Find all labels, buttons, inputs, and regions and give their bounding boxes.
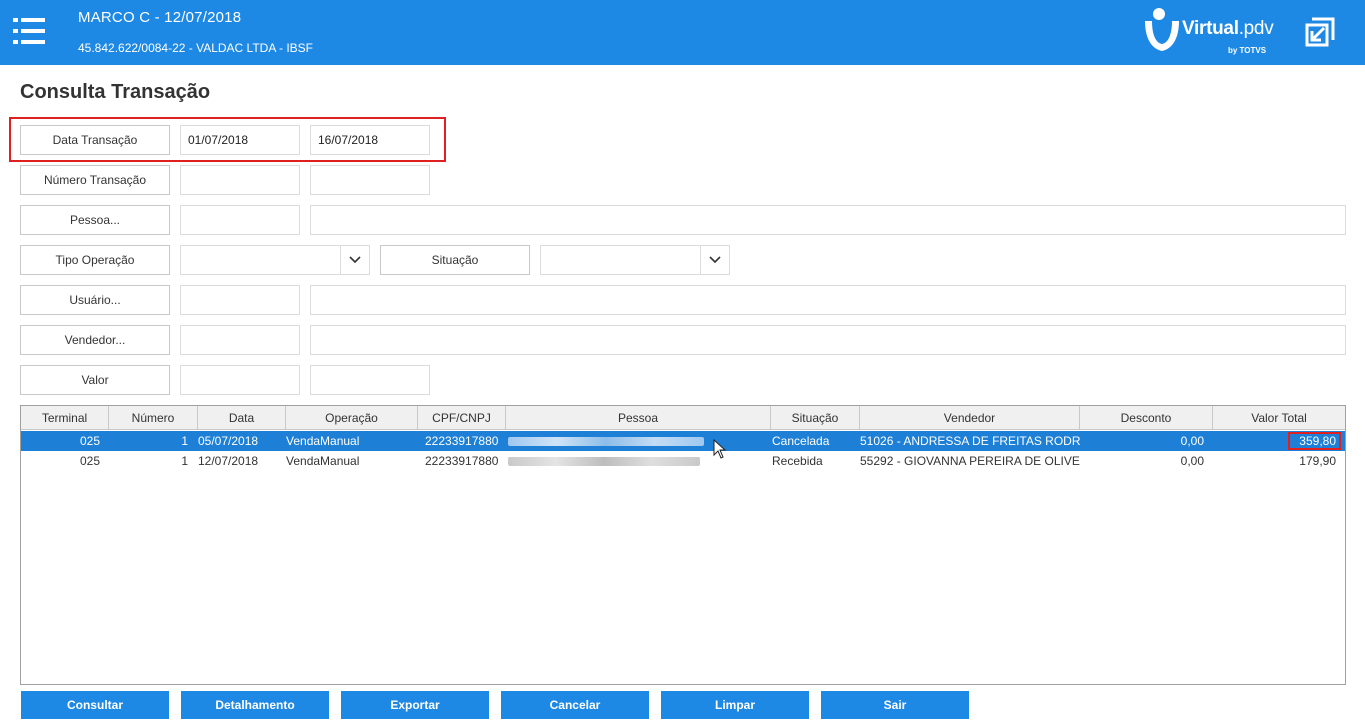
cell-cpf-cnpj: 22233917880 bbox=[425, 454, 499, 468]
cell-situacao: Cancelada bbox=[772, 434, 830, 448]
pessoa-name-input[interactable] bbox=[310, 205, 1346, 235]
column-header-terminal[interactable]: Terminal bbox=[21, 406, 109, 430]
valor-button[interactable]: Valor bbox=[20, 365, 170, 395]
virtual-pdv-logo-mark-icon bbox=[1145, 8, 1179, 51]
detalhamento-button[interactable]: Detalhamento bbox=[181, 691, 329, 719]
column-header-data[interactable]: Data bbox=[198, 406, 286, 430]
situacao-button[interactable]: Situação bbox=[380, 245, 530, 275]
limpar-button[interactable]: Limpar bbox=[661, 691, 809, 719]
top-bar: MARCO C - 12/07/2018 45.842.622/0084-22 … bbox=[0, 0, 1365, 65]
cell-vendedor: 51026 - ANDRESSA DE FREITAS RODRIGUES bbox=[860, 434, 1080, 448]
cell-operacao: VendaManual bbox=[286, 454, 360, 468]
exportar-button[interactable]: Exportar bbox=[341, 691, 489, 719]
column-header-cpf-cnpj[interactable]: CPF/CNPJ bbox=[418, 406, 506, 430]
numero-transacao-button[interactable]: Número Transação bbox=[20, 165, 170, 195]
cell-terminal: 025 bbox=[79, 434, 100, 448]
cell-desconto: 0,00 bbox=[1180, 434, 1204, 448]
cell-situacao: Recebida bbox=[772, 454, 823, 468]
consultar-button[interactable]: Consultar bbox=[21, 691, 169, 719]
tipo-operacao-select[interactable] bbox=[180, 245, 370, 275]
chevron-down-icon[interactable] bbox=[700, 246, 729, 274]
cell-numero: 1 bbox=[181, 454, 188, 468]
chevron-down-icon[interactable] bbox=[340, 246, 369, 274]
numero-transacao-to-input[interactable] bbox=[310, 165, 430, 195]
usuario-lookup-button[interactable]: Usuário... bbox=[20, 285, 170, 315]
table-row[interactable]: 025 1 12/07/2018 VendaManual 22233917880… bbox=[21, 451, 1345, 471]
cell-vendedor: 55292 - GIOVANNA PEREIRA DE OLIVEIRA bbox=[860, 454, 1080, 468]
sair-button[interactable]: Sair bbox=[821, 691, 969, 719]
usuario-name-input[interactable] bbox=[310, 285, 1346, 315]
data-transacao-button[interactable]: Data Transação bbox=[20, 125, 170, 155]
pessoa-lookup-button[interactable]: Pessoa... bbox=[20, 205, 170, 235]
grid-header: Terminal Número Data Operação CPF/CNPJ P… bbox=[21, 406, 1345, 430]
numero-transacao-from-input[interactable] bbox=[180, 165, 300, 195]
mouse-pointer-icon bbox=[713, 438, 727, 459]
cell-cpf-cnpj: 22233917880 bbox=[425, 434, 499, 448]
vendedor-lookup-button[interactable]: Vendedor... bbox=[20, 325, 170, 355]
column-header-valor-total[interactable]: Valor Total bbox=[1213, 406, 1345, 430]
cell-data: 12/07/2018 bbox=[198, 454, 259, 468]
cancelar-button[interactable]: Cancelar bbox=[501, 691, 649, 719]
column-header-desconto[interactable]: Desconto bbox=[1080, 406, 1213, 430]
cell-valor-total: 179,90 bbox=[1299, 454, 1336, 468]
data-transacao-from-input[interactable]: 01/07/2018 bbox=[180, 125, 300, 155]
brand-by: by TOTVS bbox=[1228, 46, 1267, 55]
column-header-vendedor[interactable]: Vendedor bbox=[860, 406, 1080, 430]
data-transacao-to-input[interactable]: 16/07/2018 bbox=[310, 125, 430, 155]
cell-pessoa-redacted bbox=[508, 457, 700, 466]
situacao-select[interactable] bbox=[540, 245, 730, 275]
valor-from-input[interactable] bbox=[180, 365, 300, 395]
cell-terminal: 025 bbox=[79, 454, 100, 468]
cell-desconto: 0,00 bbox=[1180, 454, 1204, 468]
cell-data: 05/07/2018 bbox=[198, 434, 259, 448]
company-info: 45.842.622/0084-22 - VALDAC LTDA - IBSF bbox=[78, 41, 314, 55]
hamburger-list-icon[interactable] bbox=[13, 18, 45, 44]
brand-name: Virtual.pdv bbox=[1182, 18, 1274, 39]
column-header-situacao[interactable]: Situação bbox=[771, 406, 860, 430]
usuario-code-input[interactable] bbox=[180, 285, 300, 315]
column-header-pessoa[interactable]: Pessoa bbox=[506, 406, 771, 430]
vendedor-name-input[interactable] bbox=[310, 325, 1346, 355]
transactions-grid[interactable]: Terminal Número Data Operação CPF/CNPJ P… bbox=[20, 405, 1346, 685]
valor-to-input[interactable] bbox=[310, 365, 430, 395]
exit-arrow-icon[interactable] bbox=[1304, 16, 1336, 48]
cell-pessoa-redacted bbox=[508, 437, 704, 446]
cell-operacao: VendaManual bbox=[286, 434, 360, 448]
cell-numero: 1 bbox=[181, 434, 188, 448]
annotation-highlight-valor-total bbox=[1288, 432, 1341, 450]
column-header-operacao[interactable]: Operação bbox=[286, 406, 418, 430]
column-header-numero[interactable]: Número bbox=[109, 406, 198, 430]
pessoa-code-input[interactable] bbox=[180, 205, 300, 235]
store-operator-date: MARCO C - 12/07/2018 bbox=[78, 9, 242, 26]
tipo-operacao-button[interactable]: Tipo Operação bbox=[20, 245, 170, 275]
vendedor-code-input[interactable] bbox=[180, 325, 300, 355]
virtual-pdv-logo: Virtual.pdv by TOTVS bbox=[1142, 5, 1282, 60]
table-row[interactable]: 025 1 05/07/2018 VendaManual 22233917880… bbox=[21, 431, 1345, 451]
page-title: Consulta Transação bbox=[20, 81, 211, 103]
